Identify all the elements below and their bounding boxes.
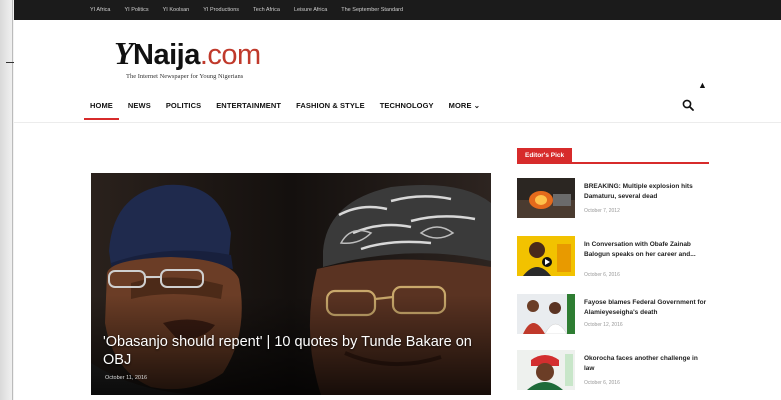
- list-item[interactable]: Fayose blames Federal Government for Ala…: [517, 294, 709, 338]
- top-link-yi-politics[interactable]: YI Politics: [124, 7, 148, 13]
- featured-article-date: October 11, 2016: [105, 375, 148, 381]
- social-icon[interactable]: ▲: [698, 80, 707, 90]
- list-item-title[interactable]: In Conversation with Obafe Zainab Balogu…: [584, 240, 708, 260]
- list-item-title[interactable]: Okorocha faces another challenge in law: [584, 354, 708, 374]
- top-link-september-standard[interactable]: The September Standard: [341, 7, 403, 13]
- list-item-title[interactable]: BREAKING: Multiple explosion hits Damatu…: [584, 182, 708, 202]
- top-link-yi-koolsan[interactable]: YI Koolsan: [163, 7, 190, 13]
- list-item[interactable]: BREAKING: Multiple explosion hits Damatu…: [517, 178, 709, 222]
- logo-name: Naija: [133, 39, 200, 71]
- article-thumbnail[interactable]: [517, 294, 575, 334]
- top-bar-links: YI Africa YI Politics YI Koolsan YI Prod…: [90, 0, 403, 20]
- featured-article[interactable]: 'Obasanjo should repent' | 10 quotes by …: [91, 173, 491, 395]
- nav-divider: [14, 122, 781, 123]
- page: YI Africa YI Politics YI Koolsan YI Prod…: [14, 0, 781, 400]
- article-thumbnail[interactable]: [517, 236, 575, 276]
- editors-pick-section: Editor's Pick BREAKING: Multiple explosi…: [517, 148, 709, 390]
- list-item-date: October 6, 2016: [584, 380, 620, 386]
- article-thumbnail[interactable]: [517, 350, 575, 390]
- nav-item-entertainment[interactable]: ENTERTAINMENT: [216, 96, 281, 116]
- logo-y-letter: Y: [114, 35, 134, 71]
- editors-pick-header: Editor's Pick: [517, 148, 709, 164]
- search-icon[interactable]: [682, 99, 694, 111]
- nav-item-politics[interactable]: POLITICS: [166, 96, 201, 116]
- top-link-leisure-africa[interactable]: Leisure Africa: [294, 7, 327, 13]
- nav-item-technology[interactable]: TECHNOLOGY: [380, 96, 434, 116]
- list-item[interactable]: Okorocha faces another challenge in law …: [517, 350, 709, 394]
- top-bar: YI Africa YI Politics YI Koolsan YI Prod…: [14, 0, 781, 20]
- list-item[interactable]: In Conversation with Obafe Zainab Balogu…: [517, 236, 709, 280]
- top-link-yi-africa[interactable]: YI Africa: [90, 7, 110, 13]
- page-edge-line: [12, 0, 13, 400]
- nav-item-fashion-style[interactable]: FASHION & STYLE: [296, 96, 365, 116]
- logo-domain: .com: [199, 39, 261, 71]
- list-item-date: October 7, 2012: [584, 208, 620, 214]
- list-item-title[interactable]: Fayose blames Federal Government for Ala…: [584, 298, 708, 318]
- nav-item-news[interactable]: NEWS: [128, 96, 151, 116]
- article-thumbnail[interactable]: [517, 178, 575, 218]
- site-logo[interactable]: YNaija.com The Internet Newspaper for Yo…: [114, 35, 284, 90]
- list-item-date: October 12, 2016: [584, 322, 623, 328]
- logo-wordmark: YNaija.com: [114, 35, 284, 71]
- top-link-tech-africa[interactable]: Tech Africa: [253, 7, 280, 13]
- list-item-date: October 6, 2016: [584, 272, 620, 278]
- editors-pick-heading: Editor's Pick: [517, 148, 573, 164]
- main-nav: HOME NEWS POLITICS ENTERTAINMENT FASHION…: [84, 96, 495, 120]
- featured-article-title[interactable]: 'Obasanjo should repent' | 10 quotes by …: [103, 333, 483, 369]
- top-link-yi-productions[interactable]: YI Productions: [203, 7, 239, 13]
- nav-item-more[interactable]: MORE ⌄: [449, 96, 480, 116]
- nav-item-home[interactable]: HOME: [84, 96, 119, 120]
- logo-tagline: The Internet Newspaper for Young Nigeria…: [126, 73, 244, 80]
